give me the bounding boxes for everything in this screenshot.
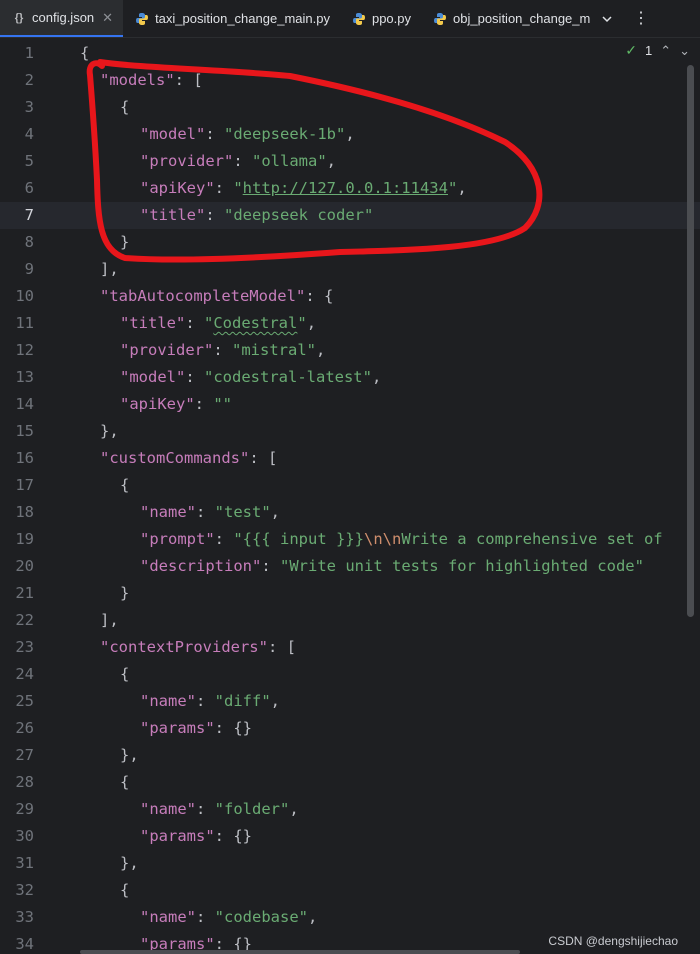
code-line: 28 { (0, 769, 700, 796)
code-line: 13 "model": "codestral-latest", (0, 364, 700, 391)
code-line: 2 "models": [ (0, 67, 700, 94)
line-number: 34 (15, 935, 34, 953)
line-number: 19 (15, 530, 34, 548)
code-token: "models" (100, 71, 175, 89)
tab-config-json[interactable]: {} config.json ✕ (0, 0, 124, 37)
tab-obj-position-change[interactable]: obj_position_change_m (421, 0, 591, 37)
line-number: 30 (15, 827, 34, 845)
code-line: 21 } (0, 580, 700, 607)
line-number: 25 (15, 692, 34, 710)
tab-label: obj_position_change_m (453, 11, 591, 26)
code-line: 20 "description": "Write unit tests for … (0, 553, 700, 580)
code-line-current: 7 "title": "deepseek coder" (0, 202, 700, 229)
code-line: 33 "name": "codebase", (0, 904, 700, 931)
line-number: 16 (15, 449, 34, 467)
line-number: 33 (15, 908, 34, 926)
code-line: 27 }, (0, 742, 700, 769)
line-number: 24 (15, 665, 34, 683)
line-number: 22 (15, 611, 34, 629)
typo-warning: Codestral (213, 314, 298, 332)
line-number: 23 (15, 638, 34, 656)
python-file-icon (135, 12, 149, 26)
more-options-button[interactable]: ⋮ (623, 0, 659, 37)
python-file-icon (352, 12, 366, 26)
python-file-icon (433, 12, 447, 26)
editor-tab-bar: {} config.json ✕ taxi_position_change_ma… (0, 0, 700, 38)
code-line: 14 "apiKey": "" (0, 391, 700, 418)
line-number: 9 (24, 260, 34, 278)
code-line: 19 "prompt": "{{{ input }}}\n\nWrite a c… (0, 526, 700, 553)
line-number: 2 (24, 71, 34, 89)
horizontal-scrollbar[interactable] (80, 950, 520, 954)
vertical-scrollbar[interactable] (687, 65, 694, 617)
tab-ppo-py[interactable]: ppo.py (340, 0, 421, 37)
json-file-icon: {} (14, 11, 24, 24)
code-line: 11 "title": "Codestral", (0, 310, 700, 337)
code-line: 24 { (0, 661, 700, 688)
code-line: 22 ], (0, 607, 700, 634)
code-line: 6 "apiKey": "http://127.0.0.1:11434", (0, 175, 700, 202)
line-number: 5 (24, 152, 34, 170)
code-line: 4 "model": "deepseek-1b", (0, 121, 700, 148)
code-line: 5 "provider": "ollama", (0, 148, 700, 175)
line-number: 6 (24, 179, 34, 197)
code-line: 30 "params": {} (0, 823, 700, 850)
code-line: 29 "name": "folder", (0, 796, 700, 823)
code-editor[interactable]: ✓ 1 ⌃ ⌄ 1 { 2 "models": [ 3 { 4 "model":… (0, 38, 700, 954)
code-token: { (80, 44, 90, 62)
code-line: 12 "provider": "mistral", (0, 337, 700, 364)
chevron-down-icon (602, 15, 612, 22)
line-number: 28 (15, 773, 34, 791)
code-line: 17 { (0, 472, 700, 499)
code-line: 15 }, (0, 418, 700, 445)
code-line: 1 { (0, 40, 700, 67)
code-line: 26 "params": {} (0, 715, 700, 742)
line-number: 7 (24, 206, 34, 224)
tab-taxi-position-change-main[interactable]: taxi_position_change_main.py (123, 0, 340, 37)
code-line: 32 { (0, 877, 700, 904)
code-line: 8 } (0, 229, 700, 256)
watermark: CSDN @dengshijiechao (548, 934, 678, 948)
line-number: 27 (15, 746, 34, 764)
line-number: 8 (24, 233, 34, 251)
more-vertical-icon: ⋮ (633, 9, 650, 27)
line-number: 21 (15, 584, 34, 602)
line-number: 3 (24, 98, 34, 116)
line-number: 1 (24, 44, 34, 62)
code-line: 31 }, (0, 850, 700, 877)
line-number: 31 (15, 854, 34, 872)
tab-list-dropdown[interactable] (591, 0, 623, 37)
line-number: 4 (24, 125, 34, 143)
line-number: 12 (15, 341, 34, 359)
line-number: 32 (15, 881, 34, 899)
code-line: 25 "name": "diff", (0, 688, 700, 715)
line-number: 20 (15, 557, 34, 575)
line-number: 17 (15, 476, 34, 494)
tab-label: taxi_position_change_main.py (155, 11, 330, 26)
line-number: 26 (15, 719, 34, 737)
code-line: 18 "name": "test", (0, 499, 700, 526)
line-number: 11 (15, 314, 34, 332)
line-number: 13 (15, 368, 34, 386)
line-number: 14 (15, 395, 34, 413)
line-number: 10 (15, 287, 34, 305)
close-icon[interactable]: ✕ (102, 10, 113, 26)
code-line: 3 { (0, 94, 700, 121)
url-link[interactable]: http://127.0.0.1:11434 (243, 179, 448, 197)
line-number: 29 (15, 800, 34, 818)
code-line: 10 "tabAutocompleteModel": { (0, 283, 700, 310)
code-line: 23 "contextProviders": [ (0, 634, 700, 661)
line-number: 15 (15, 422, 34, 440)
tab-label: config.json (32, 10, 95, 25)
code-line: 9 ], (0, 256, 700, 283)
code-line: 16 "customCommands": [ (0, 445, 700, 472)
line-number: 18 (15, 503, 34, 521)
tab-label: ppo.py (371, 11, 412, 26)
